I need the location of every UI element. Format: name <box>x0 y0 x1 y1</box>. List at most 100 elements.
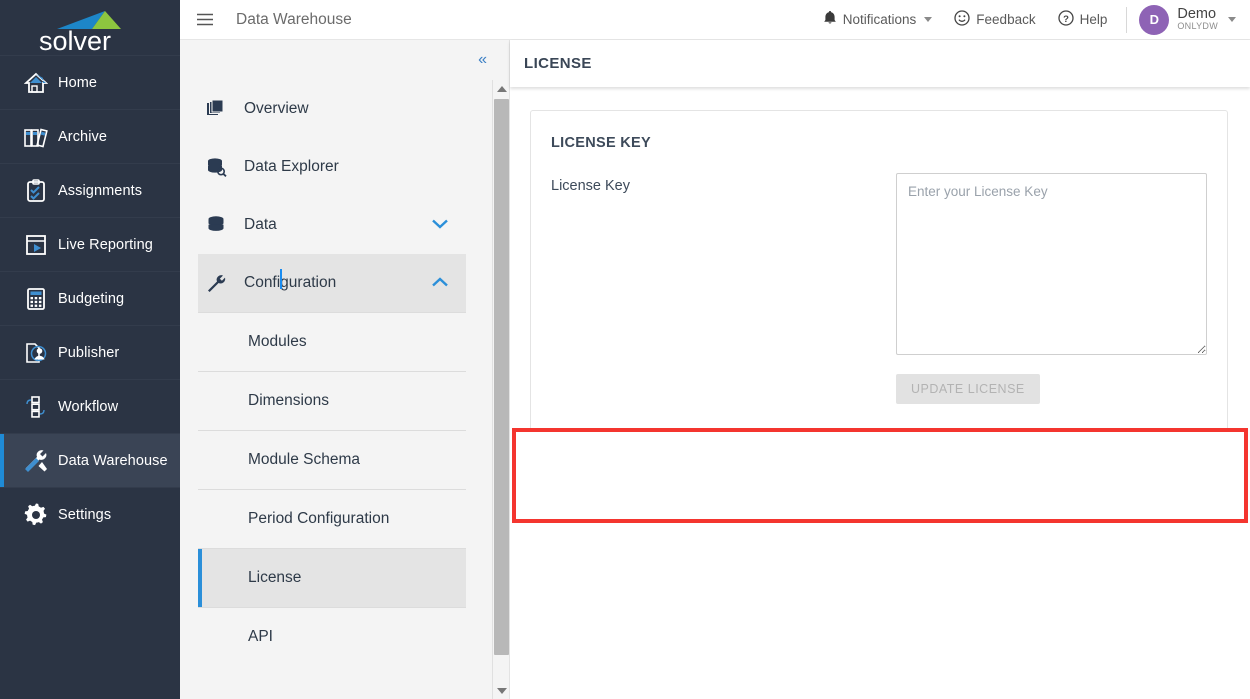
feedback-label: Feedback <box>976 12 1036 27</box>
sidebar-item-label: Budgeting <box>58 290 125 307</box>
bell-icon <box>823 10 837 29</box>
sidebar-item-label: Assignments <box>58 182 143 199</box>
layers-icon <box>206 99 244 119</box>
smiley-icon <box>954 10 970 29</box>
nav-subitem-dimensions[interactable]: Dimensions <box>198 371 466 430</box>
gear-icon <box>14 499 58 531</box>
clipboard-check-icon <box>14 175 58 207</box>
sidebar-item-label: Publisher <box>58 344 120 361</box>
license-key-field-wrap: UPDATE LICENSE <box>896 173 1207 404</box>
nav-subitem-modules[interactable]: Modules <box>198 312 466 371</box>
update-license-button[interactable]: UPDATE LICENSE <box>896 374 1040 404</box>
secondary-nav-scrollbar[interactable] <box>492 80 509 699</box>
page-header: LICENSE <box>510 40 1250 87</box>
text-cursor-caret <box>280 269 282 289</box>
nav-subitem-label: Period Configuration <box>248 510 390 527</box>
sidebar-item-data-warehouse[interactable]: Data Warehouse <box>0 433 180 487</box>
sidebar-item-label: Settings <box>58 506 112 523</box>
nav-subitem-label: License <box>248 569 302 586</box>
user-name: Demo <box>1177 6 1217 23</box>
avatar: D <box>1139 4 1170 35</box>
sidebar-item-assignments[interactable]: Assignments <box>0 163 180 217</box>
nav-item-data-explorer[interactable]: Data Explorer <box>198 138 466 196</box>
tools-icon <box>14 445 58 477</box>
home-icon <box>14 67 58 99</box>
double-chevron-left-icon[interactable]: « <box>478 52 487 68</box>
notifications-button[interactable]: Notifications <box>812 10 944 29</box>
application-window: solver Home Archive Assignments Live Rep… <box>0 0 1250 699</box>
nav-subitem-label: Modules <box>248 333 307 350</box>
workflow-nodes-icon <box>14 391 58 423</box>
wrench-icon <box>206 273 244 293</box>
sidebar-item-label: Live Reporting <box>58 236 153 253</box>
chevron-down-icon <box>1228 17 1236 22</box>
annotation-highlight-box <box>512 428 1248 523</box>
user-menu[interactable]: D Demo OnlyDw <box>1135 4 1242 35</box>
body-row: « Overview Data Explorer Data Configurat… <box>180 40 1250 699</box>
user-text: Demo OnlyDw <box>1177 6 1218 32</box>
solver-logo-icon: solver <box>31 7 149 53</box>
top-header-bar: Data Warehouse Notifications Feedback ? … <box>180 0 1250 40</box>
help-button[interactable]: ? Help <box>1047 10 1119 29</box>
nav-subitem-license[interactable]: License <box>198 548 466 607</box>
nav-item-label: Data Explorer <box>244 158 339 175</box>
right-region: Data Warehouse Notifications Feedback ? … <box>180 0 1250 699</box>
sidebar-item-home[interactable]: Home <box>0 55 180 109</box>
document-user-icon <box>14 337 58 369</box>
chevron-up-icon[interactable] <box>432 274 448 292</box>
sidebar-item-label: Data Warehouse <box>58 452 168 469</box>
nav-item-data[interactable]: Data <box>198 196 466 254</box>
header-divider <box>1126 6 1128 33</box>
notifications-label: Notifications <box>842 12 917 27</box>
feedback-button[interactable]: Feedback <box>943 10 1046 29</box>
user-subtitle: OnlyDw <box>1177 21 1218 32</box>
hamburger-icon[interactable] <box>186 13 224 26</box>
nav-item-overview[interactable]: Overview <box>198 80 466 138</box>
license-key-card: LICENSE KEY License Key UPDATE LICENSE <box>530 110 1228 431</box>
nav-subitem-module-schema[interactable]: Module Schema <box>198 430 466 489</box>
scrollbar-thumb[interactable] <box>494 99 509 655</box>
main-content: LICENSE LICENSE KEY License Key UPDATE L… <box>510 40 1250 699</box>
svg-text:?: ? <box>1063 14 1069 25</box>
brand-logo[interactable]: solver <box>0 0 180 55</box>
question-circle-icon: ? <box>1057 10 1074 29</box>
nav-item-label: Configuration <box>244 274 337 291</box>
database-search-icon <box>206 157 244 177</box>
nav-subitem-label: Module Schema <box>248 451 361 468</box>
header-actions: Notifications Feedback ? Help D Demo ONL… <box>812 0 1250 39</box>
calculator-icon <box>14 283 58 315</box>
nav-item-configuration[interactable]: Configuration <box>198 254 466 312</box>
archive-icon <box>14 121 58 153</box>
sidebar-item-publisher[interactable]: Publisher <box>0 325 180 379</box>
content-area: LICENSE KEY License Key UPDATE LICENSE <box>510 87 1250 431</box>
sidebar-item-settings[interactable]: Settings <box>0 487 180 541</box>
nav-item-label: Data <box>244 216 277 233</box>
license-key-form-row: License Key UPDATE LICENSE <box>551 173 1207 404</box>
nav-subitem-period-configuration[interactable]: Period Configuration <box>198 489 466 548</box>
sidebar-item-live-reporting[interactable]: Live Reporting <box>0 217 180 271</box>
page-context-title: Data Warehouse <box>236 10 352 28</box>
collapse-row: « <box>180 40 509 80</box>
sidebar-item-label: Workflow <box>58 398 119 415</box>
secondary-navigation: « Overview Data Explorer Data Configurat… <box>180 40 510 699</box>
scroll-up-arrow-icon[interactable] <box>493 80 510 97</box>
sidebar-item-label: Archive <box>58 128 108 145</box>
sidebar-item-workflow[interactable]: Workflow <box>0 379 180 433</box>
secondary-nav-scroll-area: Overview Data Explorer Data Configuratio… <box>180 80 509 699</box>
license-key-input[interactable] <box>896 173 1207 355</box>
sidebar-item-archive[interactable]: Archive <box>0 109 180 163</box>
sidebar-item-label: Home <box>58 74 98 91</box>
primary-sidebar: solver Home Archive Assignments Live Rep… <box>0 0 180 699</box>
sidebar-item-budgeting[interactable]: Budgeting <box>0 271 180 325</box>
nav-subitem-api[interactable]: API <box>198 607 466 666</box>
svg-text:solver: solver <box>39 26 111 53</box>
chevron-down-icon <box>924 17 933 22</box>
chevron-down-icon[interactable] <box>432 216 448 234</box>
database-icon <box>206 215 244 235</box>
play-screen-icon <box>14 229 58 261</box>
scroll-down-arrow-icon[interactable] <box>493 682 510 699</box>
help-label: Help <box>1079 12 1108 27</box>
nav-subitem-label: Dimensions <box>248 392 329 409</box>
card-title: LICENSE KEY <box>551 135 651 151</box>
nav-subitem-label: API <box>248 628 273 645</box>
